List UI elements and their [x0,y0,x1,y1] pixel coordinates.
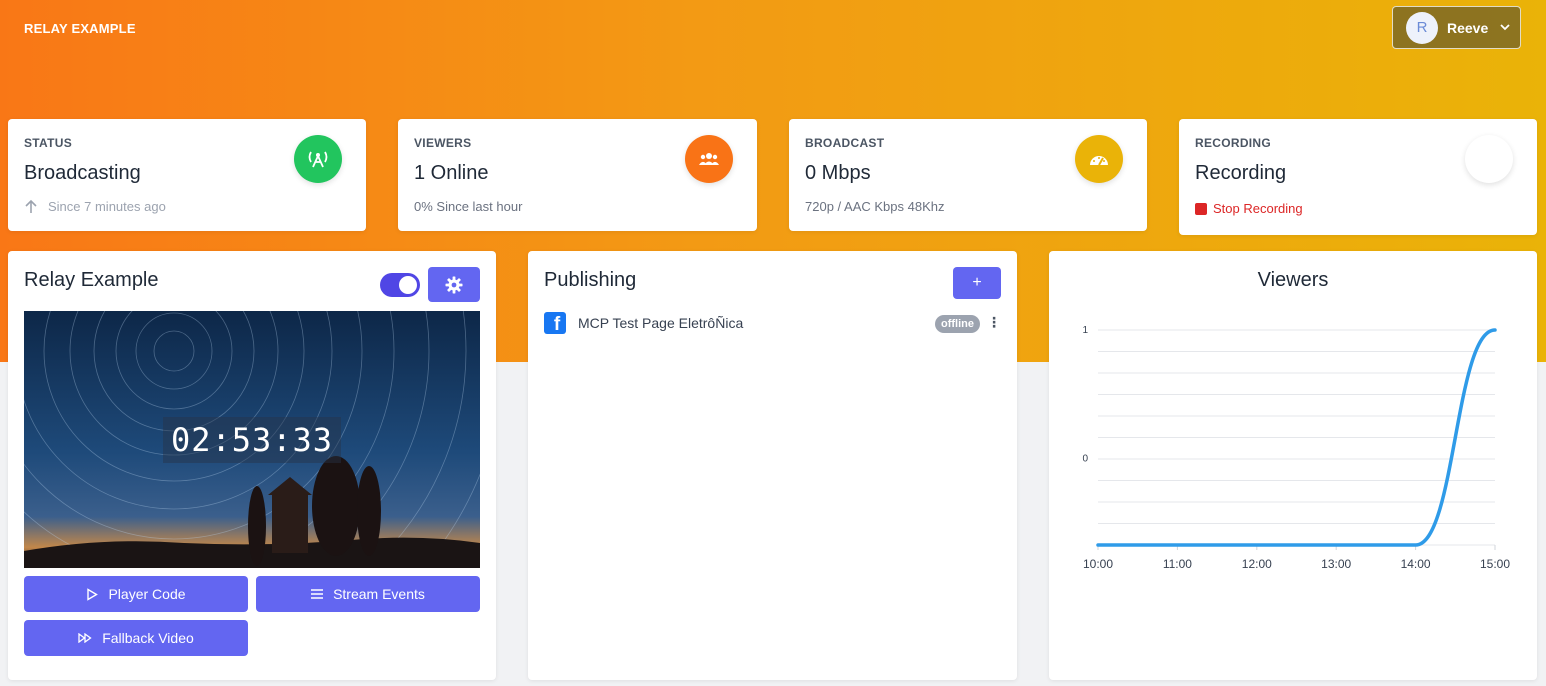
x-tick-label: 11:00 [1163,557,1192,571]
toggle-knob [399,276,417,294]
fallback-video-label: Fallback Video [102,630,194,646]
timecode-overlay: 02:53:33 [163,417,341,463]
relay-title: Relay Example [24,269,159,291]
x-tick-label: 10:00 [1083,557,1113,571]
viewers-sub: 0% Since last hour [414,199,523,214]
viewers-card: VIEWERS 1 Online 0% Since last hour [398,119,757,231]
x-tick-label: 13:00 [1321,557,1351,571]
stream-preview[interactable]: 02:53:33 [24,311,480,568]
play-icon [86,587,99,601]
stop-recording-label: Stop Recording [1213,201,1303,216]
app-brand[interactable]: RELAY EXAMPLE [24,21,136,36]
more-options-icon[interactable]: ⋮ [987,314,1001,331]
avatar: R [1406,11,1438,44]
users-icon [685,135,733,183]
viewers-chart-card: Viewers 1 0 10:00 11:00 12:00 13:00 14:00 15:00 [1049,251,1537,680]
broadcast-tower-icon [294,135,342,183]
gear-icon [445,276,463,294]
status-card: STATUS Broadcasting Since 7 minutes ago [8,119,366,231]
status-badge: offline [935,315,980,333]
broadcast-card: BROADCAST 0 Mbps 720p / AAC Kbps 48Khz [789,119,1147,231]
user-menu-button[interactable]: R Reeve [1392,6,1521,49]
recording-card: RECORDING Recording Stop Recording [1179,119,1537,235]
broadcast-sub: 720p / AAC Kbps 48Khz [805,199,945,214]
y-tick-label: 0 [1082,454,1088,465]
arrow-up-icon [24,199,38,214]
chevron-down-icon [1500,23,1510,34]
stop-recording-link[interactable]: Stop Recording [1195,201,1521,216]
stop-icon [1195,202,1207,215]
player-code-button[interactable]: Player Code [24,576,248,612]
relay-enable-toggle[interactable] [380,273,420,297]
player-code-label: Player Code [108,586,186,602]
recording-indicator-icon [1465,135,1513,183]
publishing-card: Publishing + f MCP Test Page EletrôÑica … [528,251,1017,680]
x-tick-label: 14:00 [1401,557,1431,571]
status-since-text: Since 7 minutes ago [48,199,166,214]
menu-lines-icon [311,589,324,599]
x-tick-label: 15:00 [1480,557,1510,571]
facebook-icon: f [544,312,566,334]
stream-events-button[interactable]: Stream Events [256,576,480,612]
destination-name: MCP Test Page EletrôÑica [578,315,744,331]
fast-forward-icon [78,633,92,643]
relay-settings-button[interactable] [428,267,480,302]
relay-card: Relay Example 02:53:33 Player Code Strea… [8,251,496,680]
publishing-title: Publishing [544,269,637,291]
fallback-video-button[interactable]: Fallback Video [24,620,248,656]
stream-events-label: Stream Events [333,586,425,602]
y-tick-label: 1 [1082,325,1088,336]
destination-row[interactable]: f MCP Test Page EletrôÑica offline ⋮ [544,312,1002,334]
viewers-line-chart: 1 0 10:00 11:00 12:00 13:00 14:00 15:00 [1082,325,1510,571]
status-sub: Since 7 minutes ago [24,199,350,214]
user-name: Reeve [1447,19,1489,36]
x-tick-label: 12:00 [1242,557,1272,571]
add-destination-button[interactable]: + [953,267,1001,299]
speedometer-icon [1075,135,1123,183]
